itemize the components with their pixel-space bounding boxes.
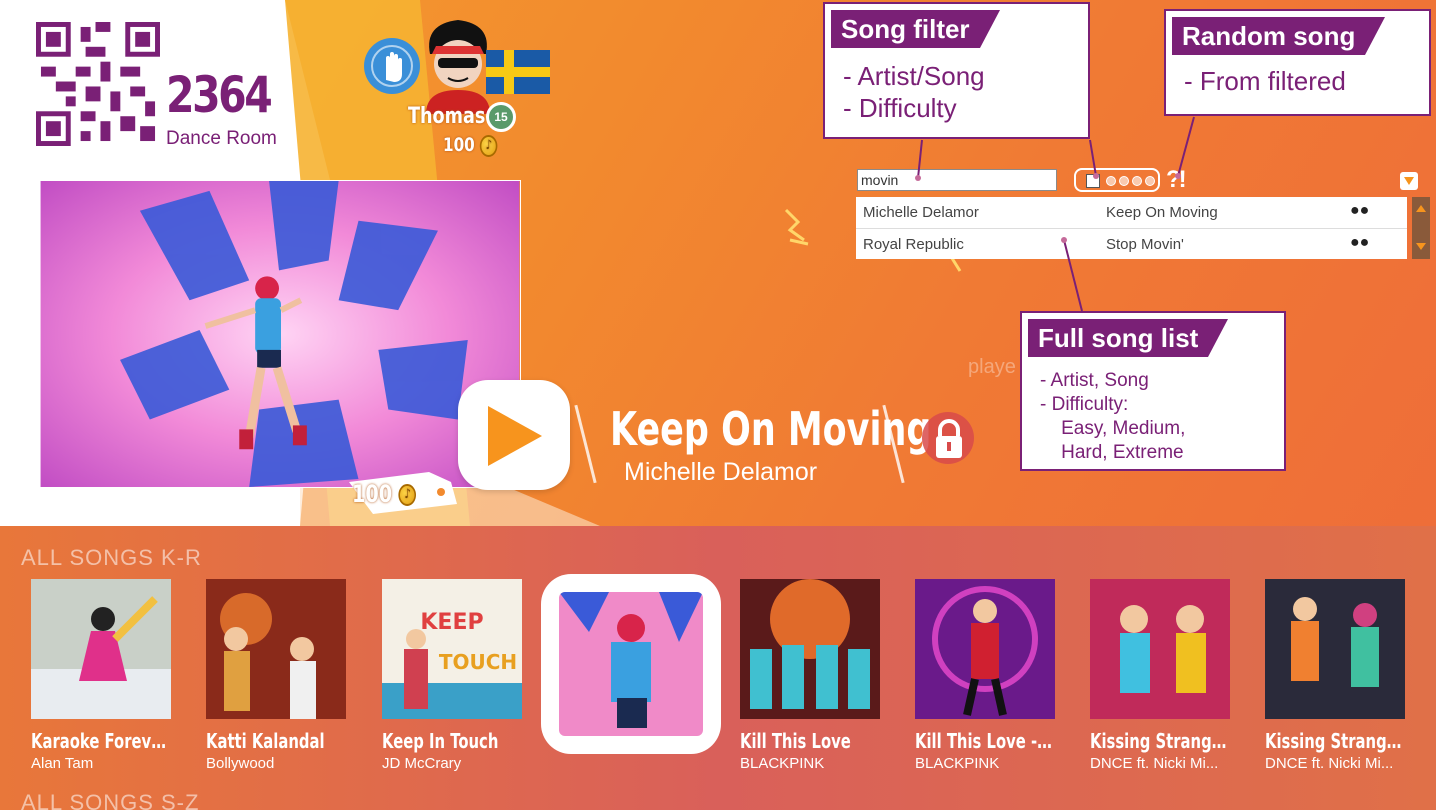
song-card[interactable]: Kissing Strangers DNCE ft. Nicki Mi... <box>1090 579 1240 772</box>
song-card[interactable]: Kill This Love BLACKPINK <box>740 579 890 772</box>
card-title: Keep In Touch <box>382 729 499 753</box>
song-thumbnail <box>1090 579 1230 719</box>
song-card-selected[interactable] <box>541 574 721 754</box>
svg-text:KEEP: KEEP <box>420 610 483 635</box>
card-title: Kill This Love - A... <box>915 729 1056 753</box>
song-card[interactable]: Kissing Stranger... DNCE ft. Nicki Mi... <box>1265 579 1415 772</box>
card-artist: BLACKPINK <box>740 755 825 772</box>
song-thumbnail <box>559 592 703 736</box>
card-artist: Bollywood <box>206 755 275 772</box>
app-root: { "room": {"number": "2364", "label": "D… <box>0 0 1436 810</box>
card-title: Karaoke Forever ... <box>31 729 172 753</box>
song-card[interactable]: KEEP TOUCH Keep In Touch JD McCrary <box>382 579 532 772</box>
card-artist: BLACKPINK <box>915 755 1000 772</box>
card-title: Katti Kalandal <box>206 729 325 753</box>
song-thumbnail: KEEP TOUCH <box>382 579 522 719</box>
card-title: Kissing Strangers <box>1090 729 1231 753</box>
song-card[interactable]: Katti Kalandal Bollywood <box>206 579 356 772</box>
song-card[interactable]: Karaoke Forever ... Alan Tam <box>31 579 181 772</box>
song-thumbnail <box>740 579 880 719</box>
card-artist: JD McCrary <box>382 755 462 772</box>
card-artist: Alan Tam <box>31 755 94 772</box>
card-artist: DNCE ft. Nicki Mi... <box>1090 755 1219 772</box>
svg-text:TOUCH: TOUCH <box>439 650 517 674</box>
song-thumbnail <box>31 579 171 719</box>
card-artist: DNCE ft. Nicki Mi... <box>1265 755 1394 772</box>
card-title: Kill This Love <box>740 729 851 753</box>
category-label: ALL SONGS K-R <box>21 545 202 570</box>
song-card[interactable]: Kill This Love - A... BLACKPINK <box>915 579 1065 772</box>
card-title: Kissing Stranger... <box>1265 729 1406 753</box>
song-thumbnail <box>1265 579 1405 719</box>
song-thumbnail <box>915 579 1055 719</box>
category-label-next: ALL SONGS S-Z <box>21 790 200 810</box>
song-thumbnail <box>206 579 346 719</box>
